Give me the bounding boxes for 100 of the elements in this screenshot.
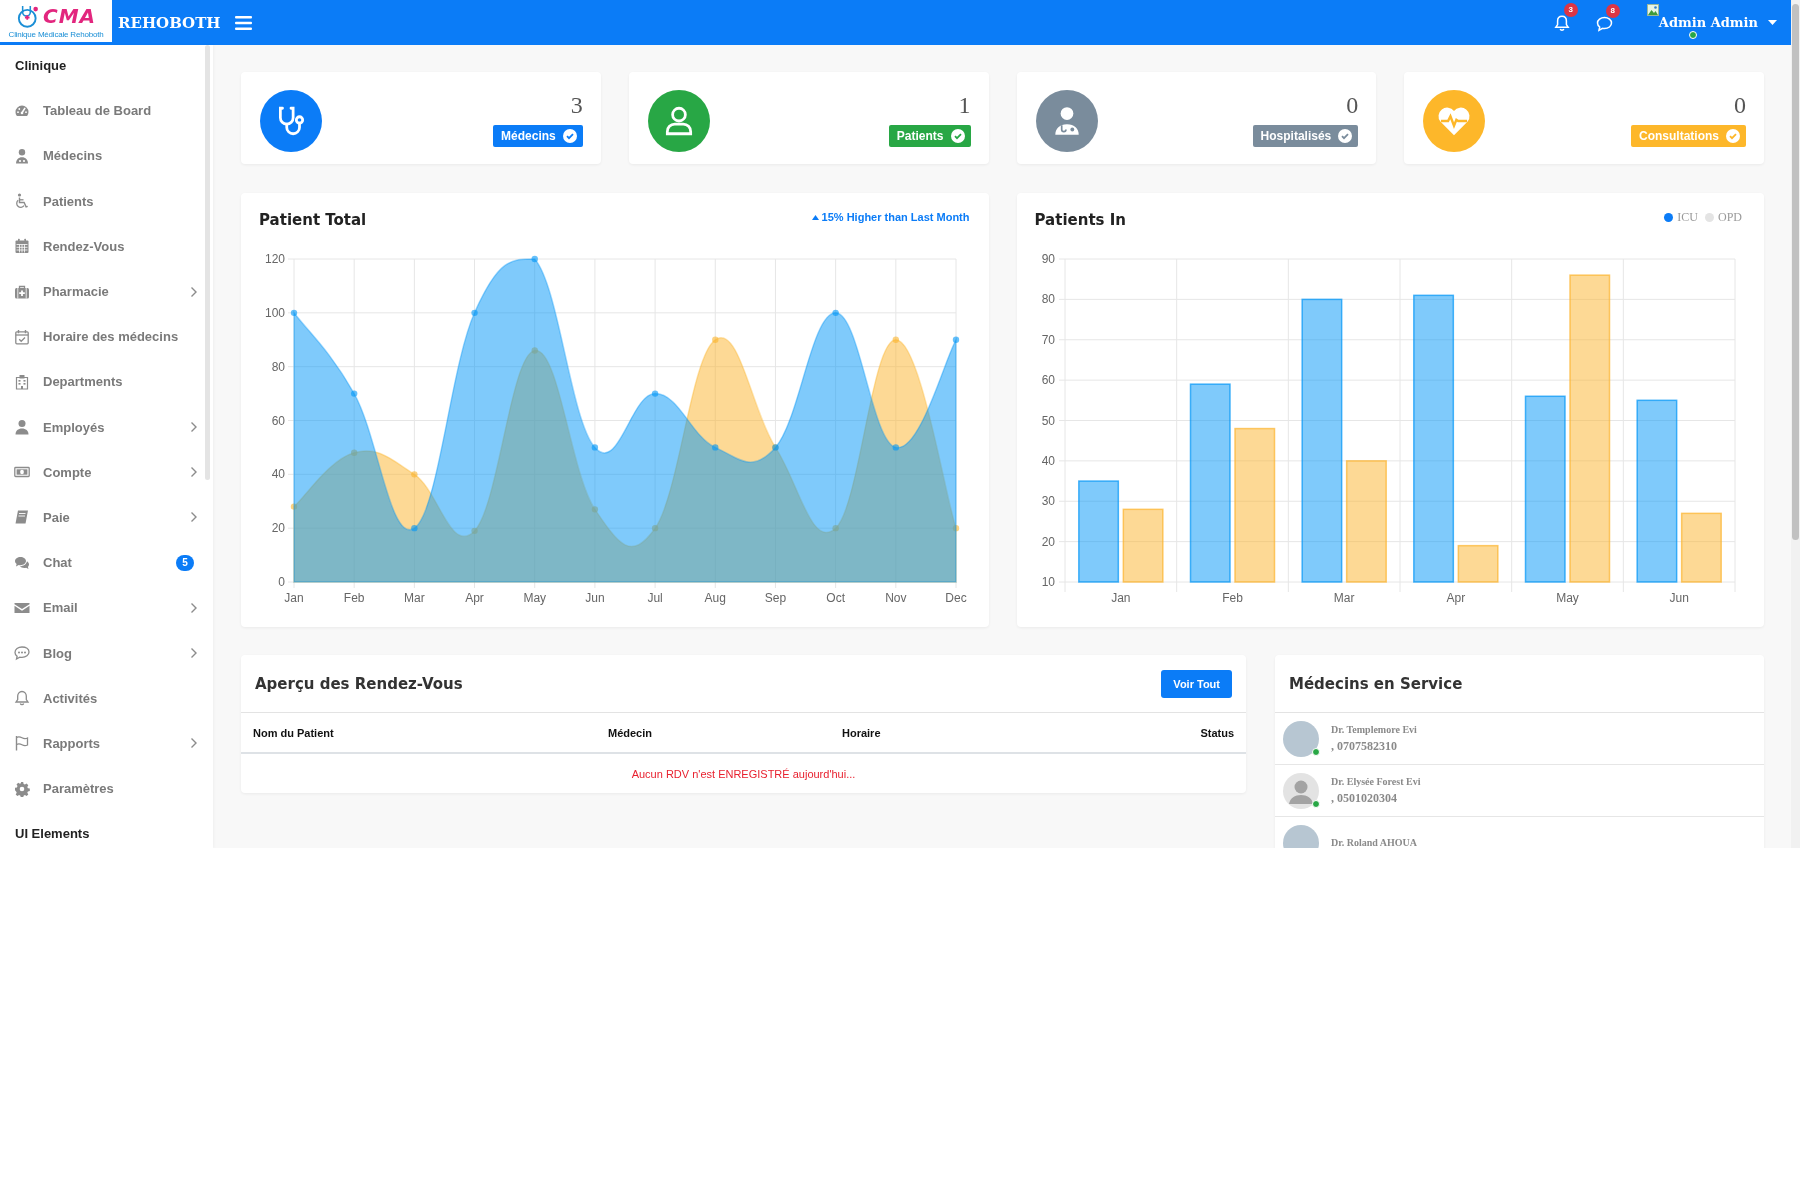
card-title: Médecins en Service bbox=[1289, 674, 1463, 693]
doctor-icon bbox=[14, 147, 30, 164]
sidebar-item[interactable]: Tableau de Board bbox=[0, 88, 205, 134]
doctor-phone: , 0707582310 bbox=[1331, 738, 1398, 754]
axis-label: 70 bbox=[1041, 332, 1055, 347]
legend-label: ICU bbox=[1677, 209, 1698, 225]
image-icon bbox=[1646, 4, 1659, 16]
bell-icon[interactable] bbox=[1553, 15, 1570, 32]
calendar-check-icon bbox=[14, 328, 30, 345]
photo-placeholder bbox=[1283, 720, 1319, 757]
axis-label: Aug bbox=[704, 591, 726, 605]
column-header: Nom du Patient bbox=[253, 726, 335, 739]
wheelchair-icon bbox=[14, 193, 30, 210]
bell-icon bbox=[14, 690, 30, 707]
menu-icon[interactable] bbox=[234, 15, 252, 30]
doctor-name: Dr. Roland AHOUA bbox=[1331, 837, 1418, 848]
stat-count: 0 bbox=[1734, 93, 1746, 117]
axis-label: Mar bbox=[404, 591, 425, 605]
caret-down-icon bbox=[1768, 20, 1777, 25]
flag-icon bbox=[14, 735, 30, 752]
sidebar-item[interactable]: Médecins bbox=[0, 133, 205, 179]
axis-label: Mar bbox=[1333, 591, 1354, 605]
stat-label: Médecins bbox=[501, 129, 556, 143]
axis-label: Feb bbox=[343, 591, 365, 605]
axis-label: 40 bbox=[271, 467, 285, 482]
sidebar-item[interactable]: Patients bbox=[0, 178, 205, 224]
column-header: Status bbox=[1200, 726, 1234, 739]
check-circle-icon bbox=[1726, 129, 1740, 143]
axis-label: Dec bbox=[945, 591, 967, 605]
message-count: 8 bbox=[1605, 3, 1620, 18]
axis-label: 100 bbox=[264, 305, 285, 320]
stat-label: Hospitalisés bbox=[1260, 129, 1332, 143]
sidebar-item[interactable]: Email bbox=[0, 585, 205, 631]
sidebar-section-title: Clinique bbox=[14, 57, 68, 76]
sidebar-item[interactable]: Paie bbox=[0, 494, 205, 541]
logo-panel[interactable]: CMA Clinique Médicale Rehoboth bbox=[0, 0, 112, 42]
axis-label: Apr bbox=[1446, 591, 1465, 605]
chat-icon bbox=[14, 554, 30, 571]
sidebar-item[interactable]: Paramètres bbox=[0, 766, 205, 812]
sidebar-item[interactable]: Horaire des médecins bbox=[0, 314, 205, 360]
point bbox=[892, 444, 900, 451]
axis-label: Oct bbox=[826, 591, 845, 605]
calendar-icon bbox=[14, 238, 30, 255]
scrollbar-thumb[interactable] bbox=[205, 45, 210, 480]
point bbox=[832, 309, 839, 317]
logo-text: CMA bbox=[42, 5, 97, 27]
sidebar-item[interactable]: Activités bbox=[0, 675, 205, 721]
settings-icon bbox=[14, 780, 30, 797]
trend-text: 15% Higher than Last Month bbox=[821, 211, 970, 223]
sidebar-item[interactable]: Chat 5 bbox=[0, 540, 205, 586]
card-title: Aperçu des Rendez-Vous bbox=[255, 674, 463, 693]
empty-message: Aucun RDV n'est ENREGISTRÉ aujourd'hui... bbox=[631, 767, 856, 780]
point bbox=[892, 336, 900, 343]
stat-count: 1 bbox=[958, 93, 971, 117]
count-badge: 5 bbox=[176, 554, 194, 571]
chart-title: Patient Total bbox=[259, 211, 367, 229]
logo-tagline: Clinique Médicale Rehoboth bbox=[8, 30, 104, 39]
stat-label: Consultations bbox=[1639, 129, 1719, 143]
logo-mark-drawing bbox=[15, 3, 40, 29]
stat-label: Patients bbox=[896, 129, 944, 143]
sidebar-item[interactable]: Employés bbox=[0, 404, 205, 450]
axis-label: 0 bbox=[278, 575, 285, 589]
sidebar-item[interactable]: Rendez-Vous bbox=[0, 223, 205, 269]
axis-label: 50 bbox=[1041, 413, 1055, 428]
axis-label: Feb bbox=[1221, 591, 1243, 605]
bar bbox=[1457, 544, 1499, 583]
bar bbox=[1680, 512, 1722, 583]
sidebar-item[interactable]: Departments bbox=[0, 359, 205, 405]
view-all-button[interactable]: Voir Tout bbox=[1161, 669, 1232, 698]
point bbox=[411, 524, 418, 532]
notification-count: 3 bbox=[1563, 3, 1578, 17]
axis-label: Jun bbox=[585, 591, 605, 605]
axis-label: 90 bbox=[1041, 252, 1055, 266]
check-circle-icon bbox=[562, 129, 577, 143]
point bbox=[651, 390, 659, 397]
sidebar-item[interactable]: Blog bbox=[0, 630, 205, 676]
axis-label: Jun bbox=[1669, 591, 1689, 605]
point bbox=[350, 390, 358, 397]
doctor-phone: , 0501020304 bbox=[1331, 790, 1398, 806]
speech-bubble-icon bbox=[14, 645, 30, 662]
check-circle-icon bbox=[1338, 129, 1353, 143]
sidebar-item[interactable]: Rapports bbox=[0, 720, 205, 766]
axis-label: 30 bbox=[1041, 494, 1055, 509]
chat-icon[interactable] bbox=[1595, 15, 1613, 32]
axis-label: Sep bbox=[764, 591, 787, 605]
axis-label: 80 bbox=[1041, 292, 1055, 307]
scrollbar-thumb[interactable] bbox=[1792, 4, 1799, 540]
axis-label: Jul bbox=[647, 591, 663, 605]
sidebar-item[interactable]: Compte bbox=[0, 449, 205, 495]
user-menu-button[interactable]: Admin Admin bbox=[1658, 14, 1777, 31]
stat-count: 3 bbox=[570, 93, 583, 117]
medkit-icon bbox=[14, 283, 30, 300]
axis-label: Jan bbox=[1110, 591, 1130, 605]
axis-label: 60 bbox=[271, 413, 285, 428]
sidebar-item[interactable]: Pharmacie bbox=[0, 268, 205, 315]
chart-title: Patients In bbox=[1034, 211, 1126, 229]
axis-label: 60 bbox=[1041, 373, 1055, 388]
caret-up-icon bbox=[811, 214, 819, 220]
axis-label: 10 bbox=[1041, 575, 1055, 589]
axis-label: Apr bbox=[465, 591, 484, 605]
